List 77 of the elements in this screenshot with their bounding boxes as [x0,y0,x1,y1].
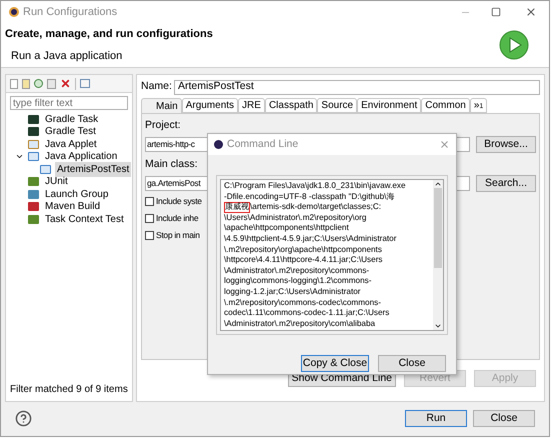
help-icon[interactable] [15,410,32,427]
collapse-all-icon[interactable] [80,79,90,88]
button[interactable]: Close [473,410,535,427]
command-line-text: \httpcore\4.4.11\httpcore-4.4.11.jar;C:\Users [224,255,384,266]
tree-item[interactable]: Launch Group [43,186,110,202]
scroll-up-icon[interactable] [434,180,442,188]
config-type-icon [28,202,39,212]
main-class-label: Main class: [145,156,199,172]
button[interactable]: Browse... [476,136,536,153]
duplicate-icon[interactable] [47,78,56,88]
project-label: Project: [145,118,182,133]
config-type-icon [28,127,39,136]
button[interactable]: Close [378,355,446,372]
tab[interactable]: Environment [357,98,422,113]
run-icon [499,30,529,60]
config-type-icon [28,114,39,124]
header-subtitle: Run a Java application [10,49,124,64]
command-line-text: logging\commons-logging\1.2\commons- [224,276,372,287]
tab[interactable]: Main [141,98,182,113]
window-title: Run Configurations [23,4,118,20]
tab[interactable]: Arguments [182,98,238,113]
tab[interactable]: JRE [238,98,265,113]
tree-item[interactable]: Gradle Test [43,124,98,140]
command-line-text: \.m2\repository\org\apache\httpcomponents [224,244,383,256]
command-line-text: codec\1.11\commons-codec-1.11.jar;C:\Users [224,308,390,319]
command-line-text: logging-1.2.jar;C:\Users\Administrator [224,286,362,298]
checkbox-label: Stop in main [156,228,200,242]
tab[interactable]: Source [317,98,358,113]
name-field[interactable]: ArtemisPostTest [174,80,540,94]
command-line-text: 康威视\artemis-sdk-demo\target\classes;C: [224,202,382,213]
checkbox[interactable] [145,214,154,222]
config-type-icon [28,214,39,224]
tree-item[interactable]: Gradle Task [43,112,100,127]
new-configuration-icon[interactable] [10,78,18,88]
button[interactable]: Search... [476,174,536,192]
header-title: Create, manage, and run configurations [5,26,214,42]
scrollbar[interactable] [433,180,443,330]
close-icon[interactable] [525,6,537,18]
filter-status: Filter matched 9 of 9 items [9,383,129,397]
tree-item[interactable]: Maven Build [43,199,102,214]
scroll-down-icon[interactable] [434,322,442,330]
tree-item[interactable]: Java Applet [43,136,99,152]
command-line-text: C:\Program Files\Java\jdk1.8.0_231\bin\javaw.exe [224,181,407,192]
new-prototype-icon[interactable] [22,78,30,88]
config-type-icon [28,177,39,186]
tree-item[interactable]: JUnit [43,174,70,190]
command-line-text: \4.5.9\httpclient-4.5.9.jar;C:\Users\Administrator [224,234,398,245]
command-line-text: \Users\Administrator\.m2\repository\org [224,212,368,224]
command-line-text: \apache\httpcomponents\httpclient [224,223,350,234]
command-line-text: \Administrator\.m2\repository\com\alibaba [224,318,376,330]
config-type-icon [28,152,39,162]
config-type-icon [28,190,39,199]
export-icon[interactable] [34,79,43,88]
scroll-thumb[interactable] [434,188,442,268]
filter-field[interactable]: type filter text [10,96,128,110]
checkbox[interactable] [145,196,154,206]
command-line-text: -Dfile.encoding=UTF-8 -classpath "D:\github\海 [224,192,396,202]
command-text-area[interactable] [220,179,444,331]
tab[interactable]: Classpath [264,98,318,113]
config-type-icon [28,140,39,149]
checkbox-label: Include syste [156,194,202,208]
maximize-icon[interactable] [491,7,501,17]
tree-item[interactable]: ArtemisPostTest [55,162,132,177]
delete-icon[interactable] [60,78,71,89]
highlight-rectangle: 康威视 [224,202,250,213]
name-label: Name: [141,79,172,94]
command-line-text: \.m2\repository\commons-codec\commons- [224,298,382,308]
checkbox[interactable] [145,230,154,240]
tree-item[interactable]: Task Context Test [43,212,126,227]
command-line-text: \Administrator\.m2\repository\commons- [224,266,370,276]
button[interactable]: Run [405,410,467,427]
config-type-icon [40,164,51,174]
tree-item[interactable]: Java Application [43,149,120,164]
checkbox-label: Include inhe [156,212,198,224]
dialog-title: Command Line [227,136,300,152]
button[interactable]: Copy & Close [301,355,369,372]
tab[interactable]: Common [421,98,470,113]
